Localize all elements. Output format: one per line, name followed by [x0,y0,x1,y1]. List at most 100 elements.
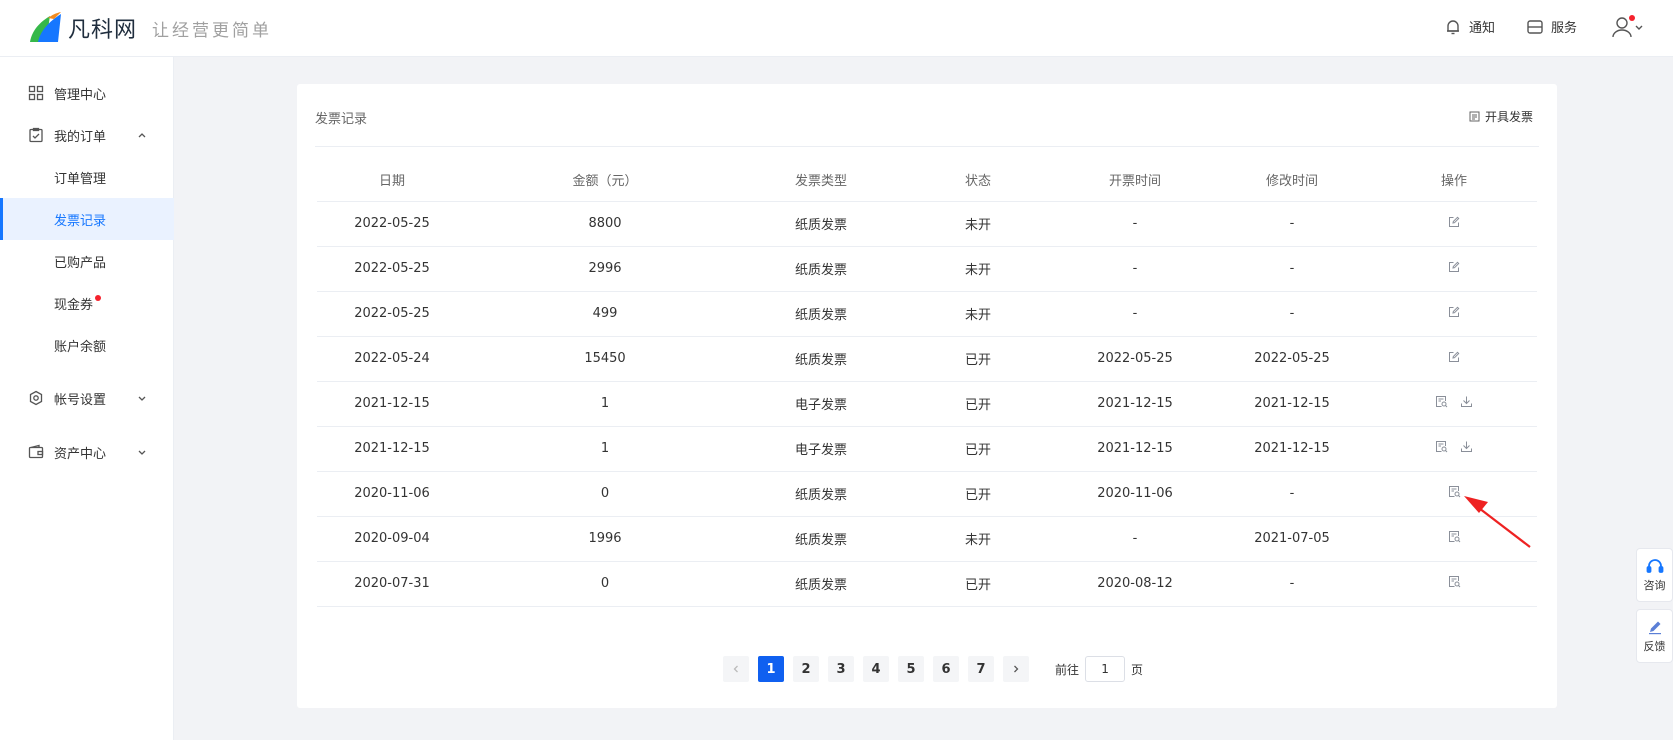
cell-invoice-type: 纸质发票 [743,516,899,562]
cell-modified-time: - [1213,561,1371,607]
row-actions [1448,485,1461,498]
goto-suffix-label: 页 [1131,662,1144,677]
sidebar-subitem-order-management[interactable]: 订单管理 [0,156,174,198]
download-icon[interactable] [1460,440,1473,453]
sidebar-subitem-label: 订单管理 [54,171,107,187]
cell-actions [1371,561,1537,607]
edit-icon[interactable] [1448,216,1460,228]
view-invoice-icon[interactable] [1448,575,1461,588]
column-header-amount: 金额（元） [467,159,743,202]
cell-invoice-type: 纸质发票 [743,246,899,292]
document-icon [1469,111,1480,122]
sidebar-subitem-account-balance[interactable]: 账户余额 [0,324,174,366]
brand-logo[interactable]: 凡科网 [28,12,137,44]
page-button-1[interactable]: 1 [758,656,784,682]
edit-icon[interactable] [1448,351,1460,363]
wallet-icon [28,444,44,459]
cell-issued-time: - [1057,201,1213,247]
cell-modified-time: 2022-05-25 [1213,336,1371,382]
settings-icon [29,390,43,406]
prev-page-button[interactable] [723,656,749,682]
sidebar-item-account-settings[interactable]: 帐号设置 [0,377,174,419]
cell-actions [1371,246,1537,292]
page-button-2[interactable]: 2 [793,656,819,682]
view-invoice-icon[interactable] [1435,395,1448,408]
cell-invoice-type: 纸质发票 [743,201,899,247]
user-avatar-icon[interactable] [1612,15,1644,39]
edit-icon[interactable] [1448,306,1460,318]
row-actions [1448,530,1461,543]
cell-date: 2021-12-15 [317,426,467,472]
sidebar-subitem-label: 现金券 [54,297,94,313]
consult-label: 咨询 [1643,578,1666,592]
pagination: 1 2 3 4 5 6 7 前往 1 页 [723,656,1143,682]
cell-amount: 499 [467,291,743,337]
cell-amount: 2996 [467,246,743,292]
cell-amount: 1996 [467,516,743,562]
next-page-button[interactable] [1003,656,1029,682]
page-button-6[interactable]: 6 [933,656,959,682]
card-divider [315,146,1539,147]
sidebar-item-management-center[interactable]: 管理中心 [0,72,174,114]
view-invoice-icon[interactable] [1448,485,1461,498]
chevron-up-icon [138,133,146,138]
cell-date: 2020-09-04 [317,516,467,562]
download-icon[interactable] [1460,395,1473,408]
cell-amount: 8800 [467,201,743,247]
cell-actions [1371,516,1537,562]
cell-status: 未开 [899,291,1057,337]
issue-invoice-button[interactable]: 开具发票 [1469,108,1533,125]
cell-issued-time: - [1057,516,1213,562]
cell-date: 2022-05-25 [317,201,467,247]
cell-invoice-type: 电子发票 [743,426,899,472]
sidebar-subitem-purchased-products[interactable]: 已购产品 [0,240,174,282]
cell-date: 2022-05-25 [317,291,467,337]
service-button[interactable]: 服务 [1526,17,1577,36]
table-row: 2022-05-24 15450 纸质发票 已开 2022-05-25 2022-05-2… [317,336,1537,382]
cell-amount: 0 [467,561,743,607]
row-actions [1448,216,1460,228]
column-header-invoice-type: 发票类型 [743,159,899,202]
headset-icon [1646,558,1663,573]
consult-button[interactable]: 咨询 [1636,548,1673,602]
sidebar-subitem-coupons[interactable]: 现金券 [0,282,174,324]
cell-status: 已开 [899,471,1057,517]
table-row: 2020-11-06 0 纸质发票 已开 2020-11-06- [317,471,1537,517]
page-button-5[interactable]: 5 [898,656,924,682]
chevron-right-icon [1014,665,1019,673]
cell-amount: 15450 [467,336,743,382]
user-notification-dot [1629,15,1635,21]
view-invoice-icon[interactable] [1448,530,1461,543]
table-row: 2021-12-15 1 电子发票 已开 2021-12-15 2021-12-15 [317,426,1537,472]
goto-prefix-label: 前往 [1055,662,1080,677]
sidebar-item-my-orders[interactable]: 我的订单 [0,114,174,156]
goto-page: 前往 1 页 [1055,656,1143,682]
feedback-button[interactable]: 反馈 [1636,609,1673,663]
cell-issued-time: - [1057,246,1213,292]
edit-icon[interactable] [1448,261,1460,273]
page-button-4[interactable]: 4 [863,656,889,682]
cell-invoice-type: 纸质发票 [743,561,899,607]
cell-actions [1371,381,1537,427]
top-header: 凡科网 让经营更简单 通知 服务 [0,0,1673,57]
view-invoice-icon[interactable] [1435,440,1448,453]
column-header-modified-time: 修改时间 [1213,159,1371,202]
clipboard-check-icon [29,127,43,143]
page-button-3[interactable]: 3 [828,656,854,682]
bell-icon [1447,19,1459,34]
cell-status: 未开 [899,516,1057,562]
service-box-icon [1527,19,1543,34]
column-header-date: 日期 [317,159,467,202]
sidebar-subitem-invoice-records[interactable]: 发票记录 [0,198,174,240]
notify-button[interactable]: 通知 [1444,17,1495,36]
row-actions [1448,575,1461,588]
cell-status: 已开 [899,381,1057,427]
row-actions [1435,395,1473,408]
cell-status: 已开 [899,336,1057,382]
page-button-7[interactable]: 7 [968,656,994,682]
service-label: 服务 [1551,21,1578,36]
sidebar-item-asset-center[interactable]: 资产中心 [0,431,174,473]
goto-page-input[interactable]: 1 [1085,656,1126,682]
cell-modified-time: 2021-12-15 [1213,381,1371,427]
cell-modified-time: - [1213,471,1371,517]
